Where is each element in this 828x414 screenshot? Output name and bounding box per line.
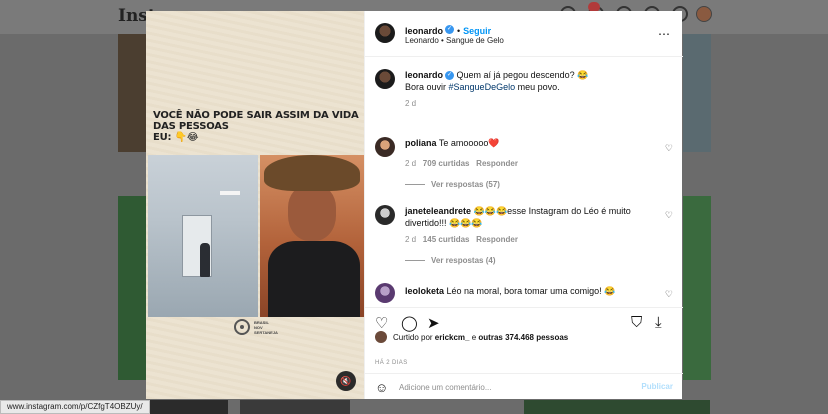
reply-button[interactable]: Responder: [476, 235, 518, 244]
more-options-icon[interactable]: ⋯: [658, 27, 671, 41]
comment-likes[interactable]: 709 curtidas: [423, 159, 470, 168]
share-icon[interactable]: ➤: [427, 314, 440, 332]
post-header: leonardo ✓ • Seguir Leonardo • Sangue de Ge…: [365, 11, 683, 57]
view-replies-button[interactable]: Ver respostas (57): [431, 180, 500, 189]
reply-button[interactable]: Responder: [476, 159, 518, 168]
grid-tile[interactable]: [524, 400, 710, 414]
comment-username[interactable]: leoloketa: [405, 286, 444, 296]
post-side-panel: leonardo ✓ • Seguir Leonardo • Sangue de Ge…: [364, 11, 683, 399]
caption: leonardo ✓ Quem aí já pegou descendo? 😂 B…: [405, 69, 665, 108]
watermark-line1: BRASIL NOV: [254, 319, 269, 330]
profile-avatar[interactable]: [696, 6, 712, 22]
caption-time: 2 d: [405, 99, 417, 108]
comment-username[interactable]: janeteleandrete: [405, 206, 471, 216]
watermark-logo: BRASIL NOV SERTANEJA: [234, 319, 278, 335]
grid-tile[interactable]: [683, 34, 711, 152]
author-avatar[interactable]: [375, 23, 395, 43]
watermark-icon: [234, 319, 250, 335]
like-comment-icon[interactable]: ♡: [665, 289, 673, 300]
hallway-photo: [148, 155, 258, 317]
comment-text: Te amooooo❤️: [438, 138, 500, 148]
verified-icon: ✓: [445, 71, 455, 81]
comment-icon[interactable]: ◯: [401, 314, 418, 332]
comment-avatar[interactable]: [375, 283, 395, 303]
comment-time: 2 d: [405, 235, 417, 244]
grid-tile[interactable]: [240, 400, 350, 414]
meme-caption-line2: EU: 👇😂: [153, 132, 199, 143]
like-icon[interactable]: ♡: [375, 314, 388, 332]
emoji-icon[interactable]: ☺: [375, 380, 388, 395]
post-timestamp[interactable]: HÁ 2 DIAS: [375, 360, 408, 366]
liker-username[interactable]: erickcm_: [435, 333, 470, 342]
like-comment-icon[interactable]: ♡: [665, 143, 673, 154]
mute-button[interactable]: 🔇: [336, 371, 356, 391]
view-replies-button[interactable]: Ver respostas (4): [431, 256, 495, 265]
like-comment-icon[interactable]: ♡: [665, 210, 673, 221]
comment-avatar[interactable]: [375, 137, 395, 157]
comments-list: leonardo ✓ Quem aí já pegou descendo? 😂 B…: [365, 57, 683, 307]
comment-username[interactable]: poliana: [405, 138, 437, 148]
download-icon[interactable]: ⤓: [655, 314, 662, 331]
meme-caption-line1: VOCÊ NÃO PODE SAIR ASSIM DA VIDA DAS PES…: [153, 110, 359, 132]
comment-input[interactable]: [399, 380, 619, 394]
comment-likes[interactable]: 145 curtidas: [423, 235, 470, 244]
status-url: www.instagram.com/p/CZfgT4OBZUy/: [0, 400, 150, 414]
comment-avatar[interactable]: [375, 205, 395, 225]
save-icon[interactable]: ⛉: [631, 314, 642, 331]
watermark-line2: SERTANEJA: [254, 329, 278, 335]
post-media[interactable]: VOCÊ NÃO PODE SAIR ASSIM DA VIDA DAS PES…: [146, 11, 364, 399]
add-comment-bar: ☺ Publicar: [365, 373, 683, 399]
comment-item: leoloketa Léo na moral, bora tomar uma c…: [405, 285, 655, 297]
speaker-muted-icon: 🔇: [340, 375, 352, 386]
comment-item: janeteleandrete 😂😂😂esse Instagram do Léo…: [405, 205, 655, 265]
post-modal: VOCÊ NÃO PODE SAIR ASSIM DA VIDA DAS PES…: [146, 11, 683, 399]
cowboy-photo: [260, 155, 364, 317]
liker-avatar[interactable]: [375, 331, 387, 343]
likes-count[interactable]: outras 374.468 pessoas: [478, 333, 568, 342]
follow-button[interactable]: Seguir: [463, 26, 491, 36]
hashtag-link[interactable]: #SangueDeGelo: [449, 82, 516, 92]
verified-icon: ✓: [445, 25, 455, 35]
author-username[interactable]: leonardo: [405, 26, 443, 36]
publish-button[interactable]: Publicar: [641, 382, 673, 391]
caption-text: Quem aí já pegou descendo? 😂: [456, 70, 589, 80]
audio-subtitle[interactable]: Leonardo • Sangue de Gelo: [405, 36, 504, 45]
comment-item: poliana Te amooooo❤️ 2 d 709 curtidas Re…: [405, 137, 655, 189]
caption-avatar[interactable]: [375, 69, 395, 89]
likes-summary: Curtido por erickcm_ e outras 374.468 pe…: [375, 331, 568, 343]
caption-username[interactable]: leonardo: [405, 70, 443, 80]
comment-time: 2 d: [405, 159, 417, 168]
grid-tile[interactable]: [683, 196, 711, 380]
comment-text: Léo na moral, bora tomar uma comigo! 😂: [446, 286, 616, 296]
